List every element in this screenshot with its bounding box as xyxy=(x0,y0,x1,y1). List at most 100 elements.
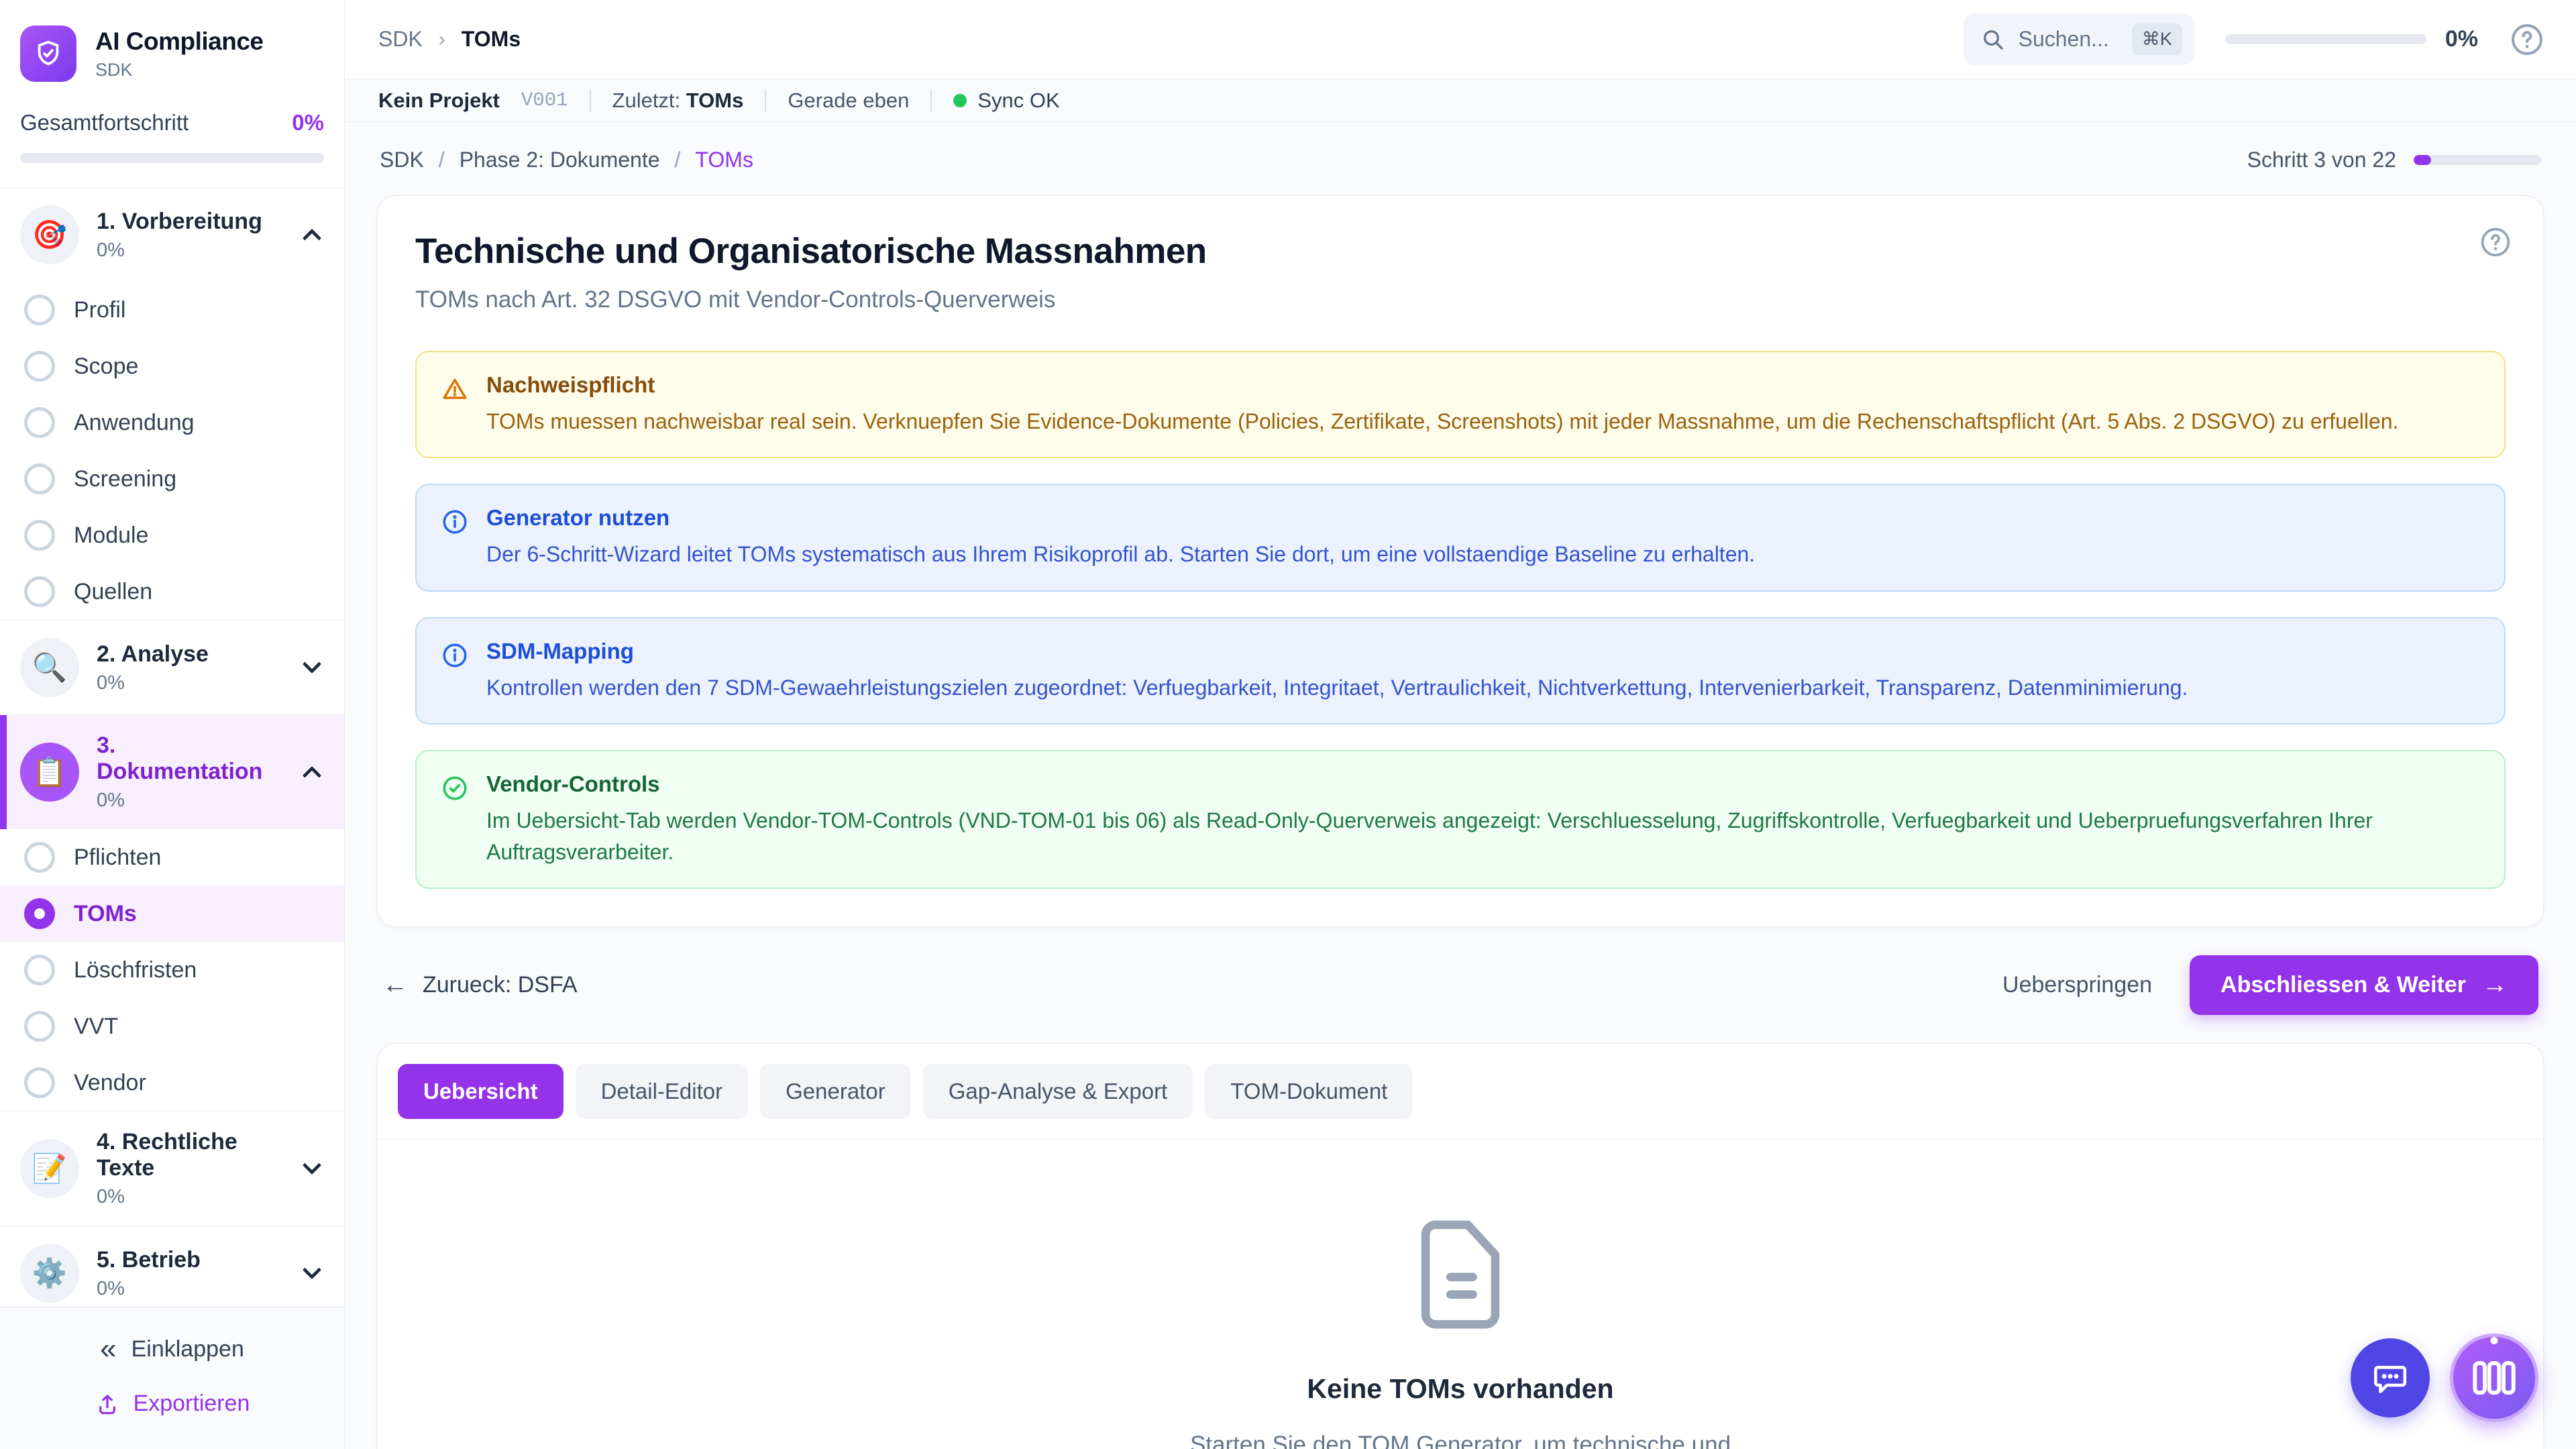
memo-icon: 📝 xyxy=(20,1139,79,1198)
chevron-up-icon xyxy=(303,766,321,785)
sidebar-item-vendor[interactable]: Vendor xyxy=(0,1055,344,1111)
phase-title: 3. Dokumentation xyxy=(97,733,288,785)
sidebar-phase-rechtliche-texte[interactable]: 📝 4. Rechtliche Texte 0% xyxy=(0,1111,344,1226)
chat-button[interactable] xyxy=(2351,1338,2430,1417)
sidebar-nav: 🎯 1. Vorbereitung 0% Profil Scope Anwend… xyxy=(0,188,344,1307)
divider xyxy=(590,89,591,112)
export-button[interactable]: Exportieren xyxy=(95,1391,250,1417)
alert-title: SDM-Mapping xyxy=(486,639,2188,664)
app-subtitle: SDK xyxy=(95,60,264,80)
sidebar-item-pflichten[interactable]: Pflichten xyxy=(0,829,344,885)
phase-title: 5. Betrieb xyxy=(97,1247,288,1273)
tab-detail-editor[interactable]: Detail-Editor xyxy=(576,1064,749,1119)
radio-icon xyxy=(24,1067,55,1098)
divider xyxy=(930,89,932,112)
breadcrumb-separator: / xyxy=(675,148,681,172)
topbar-progress: 0% xyxy=(2225,26,2478,52)
sidebar-item-vvt[interactable]: VVT xyxy=(0,998,344,1055)
sidebar: AI Compliance SDK Gesamtfortschritt 0% 🎯… xyxy=(0,0,345,1449)
alert-vendor-controls: Vendor-Controls Im Uebersicht-Tab werden… xyxy=(415,750,2506,889)
tab-bar: Uebersicht Detail-Editor Generator Gap-A… xyxy=(378,1044,2543,1140)
sidebar-item-module[interactable]: Module xyxy=(0,507,344,564)
overall-progress-label: Gesamtfortschritt xyxy=(20,110,189,136)
empty-state-description: Starten Sie den TOM Generator, um techni… xyxy=(1175,1426,1746,1449)
phase-progress: 0% xyxy=(97,239,288,262)
step-label: Schritt 3 von 22 xyxy=(2247,148,2396,172)
search-input[interactable]: Suchen... ⌘K xyxy=(1964,13,2194,65)
sidebar-phase-analyse[interactable]: 🔍 2. Analyse 0% xyxy=(0,620,344,714)
chevron-right-icon: › xyxy=(439,28,445,51)
breadcrumb-sdk[interactable]: SDK xyxy=(380,148,424,172)
sync-ok-dot-icon xyxy=(953,94,967,107)
sidebar-item-quellen[interactable]: Quellen xyxy=(0,564,344,620)
export-label: Exportieren xyxy=(133,1391,250,1417)
complete-next-button[interactable]: Abschliessen & Weiter → xyxy=(2190,955,2538,1015)
radio-icon xyxy=(24,576,55,607)
help-circle-icon[interactable] xyxy=(2479,225,2512,259)
phase-title: 4. Rechtliche Texte xyxy=(97,1129,288,1181)
back-button[interactable]: ← Zurueck: DSFA xyxy=(382,972,578,998)
board-view-button[interactable] xyxy=(2450,1334,2538,1422)
arrow-left-icon: ← xyxy=(382,972,408,998)
info-circle-icon xyxy=(441,508,469,536)
alert-body: Der 6-Schritt-Wizard leitet TOMs systema… xyxy=(486,539,1755,570)
help-icon[interactable] xyxy=(2509,21,2545,58)
collapse-sidebar-button[interactable]: « Einklappen xyxy=(100,1334,244,1364)
back-label: Zurueck: DSFA xyxy=(423,972,578,998)
document-icon xyxy=(1410,1215,1511,1334)
info-circle-icon xyxy=(441,641,469,669)
sidebar-item-loeschfristen[interactable]: Löschfristen xyxy=(0,942,344,998)
phase-progress: 0% xyxy=(97,1186,288,1208)
chat-bubble-icon xyxy=(2371,1358,2410,1397)
sidebar-item-profil[interactable]: Profil xyxy=(0,282,344,338)
sidebar-item-label: TOMs xyxy=(74,901,137,927)
phase-progress: 0% xyxy=(97,790,288,812)
alert-title: Nachweispflicht xyxy=(486,372,2398,398)
tab-generator[interactable]: Generator xyxy=(760,1064,911,1119)
step-indicator: Schritt 3 von 22 xyxy=(2247,148,2541,172)
double-chevron-left-icon: « xyxy=(100,1334,116,1364)
search-icon xyxy=(1981,28,2005,52)
sidebar-item-scope[interactable]: Scope xyxy=(0,338,344,394)
sidebar-phase-vorbereitung[interactable]: 🎯 1. Vorbereitung 0% xyxy=(0,188,344,282)
sidebar-phase-dokumentation[interactable]: 📋 3. Dokumentation 0% xyxy=(0,714,344,829)
sidebar-item-label: VVT xyxy=(74,1014,118,1040)
breadcrumb-root[interactable]: SDK xyxy=(378,27,423,52)
gear-icon: ⚙️ xyxy=(20,1244,79,1303)
magnifier-icon: 🔍 xyxy=(20,638,79,697)
sidebar-item-anwendung[interactable]: Anwendung xyxy=(0,394,344,451)
sidebar-item-toms[interactable]: TOMs xyxy=(0,885,344,942)
page-breadcrumb: SDK / Phase 2: Dokumente / TOMs xyxy=(380,148,753,172)
alert-body: Kontrollen werden den 7 SDM-Gewaehrleist… xyxy=(486,672,2188,703)
page-subtitle: TOMs nach Art. 32 DSGVO mit Vendor-Contr… xyxy=(415,286,2506,313)
last-visited: Zuletzt: TOMs xyxy=(612,89,744,113)
sidebar-phase-betrieb[interactable]: ⚙️ 5. Betrieb 0% xyxy=(0,1226,344,1307)
target-icon: 🎯 xyxy=(20,205,79,264)
tab-tom-dokument[interactable]: TOM-Dokument xyxy=(1205,1064,1413,1119)
sidebar-item-screening[interactable]: Screening xyxy=(0,451,344,507)
sidebar-item-label: Scope xyxy=(74,354,138,380)
project-name: Kein Projekt xyxy=(378,89,500,113)
tab-uebersicht[interactable]: Uebersicht xyxy=(398,1064,564,1119)
next-label: Abschliessen & Weiter xyxy=(2220,972,2466,998)
floating-buttons xyxy=(2351,1334,2538,1422)
tab-gap-analyse-export[interactable]: Gap-Analyse & Export xyxy=(923,1064,1193,1119)
skip-button[interactable]: Ueberspringen xyxy=(2002,972,2152,998)
chevron-down-icon xyxy=(303,655,321,674)
radio-icon xyxy=(24,842,55,873)
radio-icon xyxy=(24,520,55,551)
search-placeholder: Suchen... xyxy=(2019,27,2109,52)
last-saved-time: Gerade eben xyxy=(788,89,909,113)
app-logo: AI Compliance SDK xyxy=(0,0,344,101)
overall-progress-value: 0% xyxy=(292,110,324,136)
overall-progress: Gesamtfortschritt 0% xyxy=(0,101,344,188)
radio-icon xyxy=(24,407,55,438)
chevron-up-icon xyxy=(303,229,321,248)
breadcrumb-phase2[interactable]: Phase 2: Dokumente xyxy=(460,148,660,172)
sidebar-item-label: Vendor xyxy=(74,1070,146,1096)
alert-body: Im Uebersicht-Tab werden Vendor-TOM-Cont… xyxy=(486,805,2480,867)
version-badge: V001 xyxy=(521,89,568,111)
collapse-label: Einklappen xyxy=(131,1336,244,1362)
topbar-progress-bar xyxy=(2225,34,2426,44)
overall-progress-bar xyxy=(20,153,324,163)
